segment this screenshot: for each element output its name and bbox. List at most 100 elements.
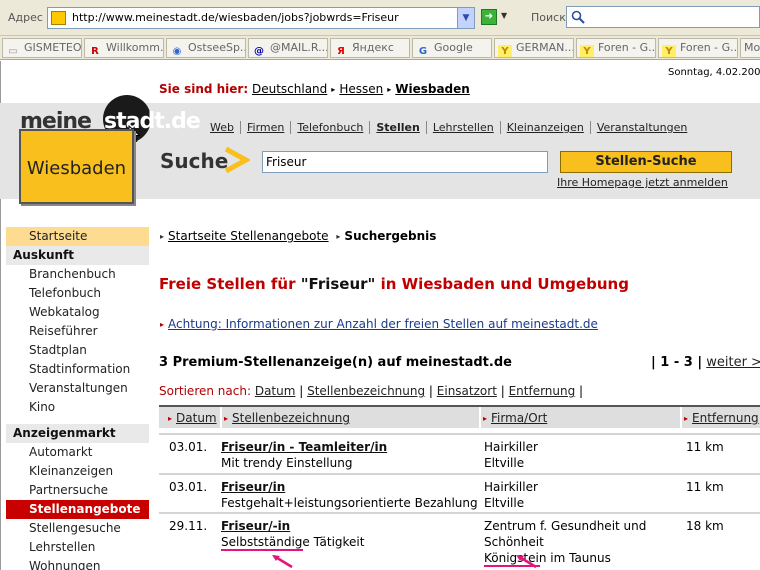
trophy-icon: Y xyxy=(580,45,594,57)
google-icon: G xyxy=(418,46,428,57)
sidebar-item-webkatalog[interactable]: Webkatalog xyxy=(6,303,149,322)
nav-firmen[interactable]: Firmen xyxy=(240,121,292,134)
nav-telefonbuch[interactable]: Telefonbuch xyxy=(291,121,371,134)
search-label: Suche xyxy=(160,149,229,173)
job-search-button[interactable]: Stellen-Suche xyxy=(560,151,732,173)
row-place: Schönheit xyxy=(484,535,544,549)
site-favicon-icon xyxy=(51,11,66,25)
column-divider xyxy=(220,407,222,428)
web-page: Sonntag, 4.02.200 Sie sind hier: Deutsch… xyxy=(0,61,760,570)
bookmark-gismeteo[interactable]: ▭GISMETEO.R... xyxy=(2,38,82,58)
nav-kleinanzeigen[interactable]: Kleinanzeigen xyxy=(500,121,591,134)
sort-einsatzort[interactable]: Einsatzort xyxy=(437,384,497,398)
globe-icon: ◉ xyxy=(172,46,182,57)
sidebar-item-reisefuehrer[interactable]: Reiseführer xyxy=(6,322,149,341)
row-place: Eltville xyxy=(484,496,525,510)
nav-veranstaltungen[interactable]: Veranstaltungen xyxy=(591,121,694,134)
sort-datum[interactable]: Datum xyxy=(255,384,296,398)
sidebar-section-auskunft: Auskunft xyxy=(6,246,149,265)
triangle-right-icon: ▸ xyxy=(168,414,173,423)
table-header: ▸ Datum ▸ Stellenbezeichnung ▸ Firma/Ort ▸ E… xyxy=(159,405,760,428)
bookmark-german[interactable]: Y GERMAN... xyxy=(494,38,574,58)
bookmark-mail[interactable]: @ @MAIL.R... xyxy=(248,38,328,58)
sidebar-item-veranstaltungen[interactable]: Veranstaltungen xyxy=(6,379,149,398)
sidebar-item-stadtinformation[interactable]: Stadtinformation xyxy=(6,360,149,379)
triangle-right-icon: ▸ xyxy=(160,320,165,329)
sidebar-item-kino[interactable]: Kino xyxy=(6,398,149,417)
row-description: Selbstständige Tätigkeit xyxy=(221,535,365,549)
notice-link[interactable]: Achtung: Informationen zur Anzahl der fr… xyxy=(168,317,598,331)
row-distance: 11 km xyxy=(686,440,724,454)
row-title[interactable]: Friseur/-in xyxy=(221,519,290,533)
sidebar-item-stellengesuche[interactable]: Stellengesuche xyxy=(6,519,149,538)
go-dropdown-icon[interactable]: ▼ xyxy=(501,11,507,20)
nav-lehrstellen[interactable]: Lehrstellen xyxy=(426,121,501,134)
row-company: Zentrum f. Gesundheit und xyxy=(484,519,647,533)
nav-web[interactable]: Web xyxy=(204,121,241,134)
url-text: http://www.meinestadt.de/wiesbaden/jobs?… xyxy=(72,11,399,24)
sidebar-item-wohnungen[interactable]: Wohnungen xyxy=(6,557,149,570)
sidebar: Startseite Auskunft Branchenbuch Telefon… xyxy=(6,227,149,570)
url-dropdown-icon[interactable]: ▼ xyxy=(457,8,474,28)
row-title[interactable]: Friseur/in - Teamleiter/in xyxy=(221,440,387,454)
table-row: 03.01. Friseur/in - Teamleiter/in Mit tr… xyxy=(159,433,760,473)
top-navigation: Web Firmen Telefonbuch Stellen Lehrstellen Kl… xyxy=(204,121,693,134)
browser-search-label: Поиск xyxy=(531,11,566,24)
sidebar-item-lehrstellen[interactable]: Lehrstellen xyxy=(6,538,149,557)
column-header-stellenbezeichnung[interactable]: ▸ Stellenbezeichnung xyxy=(224,411,350,425)
city-name: Wiesbaden xyxy=(26,158,127,179)
row-title[interactable]: Friseur/in xyxy=(221,480,285,494)
sidebar-item-stellenangebote[interactable]: Stellenangebote xyxy=(6,500,149,519)
crumb-hessen[interactable]: Hessen xyxy=(339,82,383,96)
bookmark-ostseesp[interactable]: ◉ OstseeSp... xyxy=(166,38,246,58)
results-table: ▸ Datum ▸ Stellenbezeichnung ▸ Firma/Ort ▸ E… xyxy=(159,405,760,570)
nav-stellen[interactable]: Stellen xyxy=(370,121,427,134)
crumb-deutschland[interactable]: Deutschland xyxy=(252,82,327,96)
sidebar-item-branchenbuch[interactable]: Branchenbuch xyxy=(6,265,149,284)
sidebar-item-telefonbuch[interactable]: Telefonbuch xyxy=(6,284,149,303)
trophy-icon: Y xyxy=(498,45,512,57)
sidebar-item-stadtplan[interactable]: Stadtplan xyxy=(6,341,149,360)
job-search-input[interactable] xyxy=(262,151,548,173)
column-divider xyxy=(479,407,481,428)
bookmark-yandex[interactable]: Я Яндекс xyxy=(330,38,410,58)
pagination: | 1 - 3 | weiter > xyxy=(651,355,760,370)
annotation-arrow-icon xyxy=(516,554,537,569)
crumb-wiesbaden[interactable]: Wiesbaden xyxy=(395,82,470,96)
location-label: Sie sind hier: xyxy=(159,82,249,96)
sort-stellenbezeichnung[interactable]: Stellenbezeichnung xyxy=(307,384,425,398)
column-header-datum[interactable]: ▸ Datum xyxy=(168,411,217,425)
bookmark-willkommen[interactable]: R Willkomm... xyxy=(84,38,164,58)
bookmark-foren-2[interactable]: Y Foren - G... xyxy=(658,38,738,58)
browser-search-input[interactable] xyxy=(566,6,760,28)
sidebar-item-startseite[interactable]: Startseite xyxy=(6,227,149,246)
pager-next-link[interactable]: weiter > xyxy=(706,355,760,370)
address-label: Адрес xyxy=(8,11,43,24)
sort-entfernung[interactable]: Entfernung xyxy=(509,384,576,398)
r-logo-icon: R xyxy=(91,46,99,57)
column-header-firma-ort[interactable]: ▸ Firma/Ort xyxy=(483,411,547,425)
bookmark-more[interactable]: Mo xyxy=(740,38,760,58)
city-logo-box[interactable]: Wiesbaden xyxy=(19,129,134,204)
annotation-arrow-icon xyxy=(272,554,293,569)
sidebar-item-partnersuche[interactable]: Partnersuche xyxy=(6,481,149,500)
sort-bar: Sortieren nach: Datum | Stellenbezeichnu… xyxy=(159,384,584,398)
go-arrow-icon[interactable]: ➜ xyxy=(481,9,497,25)
bookmarks-bar: ▭GISMETEO.R... RWillkomm... ◉OstseeSp...… xyxy=(0,36,760,60)
crumb-startseite-stellenangebote[interactable]: Startseite Stellenangebote xyxy=(168,229,329,243)
table-row: 29.11. Friseur/-in Selbstständige Tätigk… xyxy=(159,512,760,570)
row-description: Mit trendy Einstellung xyxy=(221,456,353,470)
page-title: Freie Stellen für "Friseur" in Wiesbaden… xyxy=(159,275,629,293)
bookmark-google[interactable]: G Google xyxy=(412,38,492,58)
sidebar-item-kleinanzeigen[interactable]: Kleinanzeigen xyxy=(6,462,149,481)
row-description: Festgehalt+leistungsorientierte Bezahlun… xyxy=(221,496,478,510)
column-header-entfernung[interactable]: ▸ Entfernung xyxy=(684,411,759,425)
page-icon: ▭ xyxy=(8,46,18,57)
row-place-2: Königstein im Taunus xyxy=(484,551,611,565)
url-field[interactable]: http://www.meinestadt.de/wiesbaden/jobs?… xyxy=(47,7,475,29)
sidebar-item-automarkt[interactable]: Automarkt xyxy=(6,443,149,462)
row-distance: 18 km xyxy=(686,519,724,533)
bookmark-foren-1[interactable]: Y Foren - G... xyxy=(576,38,656,58)
row-date: 03.01. xyxy=(169,440,208,454)
homepage-register-link[interactable]: Ihre Homepage jetzt anmelden xyxy=(557,176,728,189)
